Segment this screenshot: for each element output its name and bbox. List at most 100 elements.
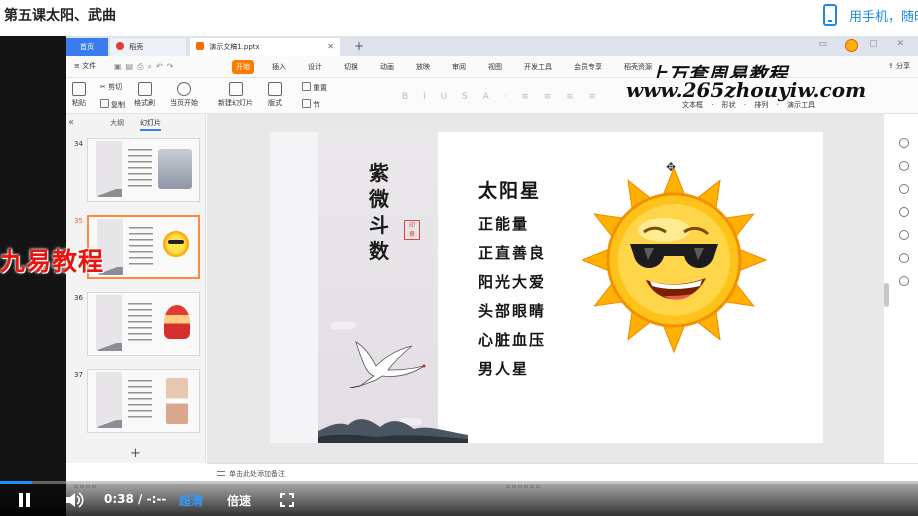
- sunglasses-sun-icon: [580, 166, 768, 354]
- help-icon[interactable]: [899, 230, 909, 240]
- time-total: -:--: [146, 492, 167, 506]
- magic-icon[interactable]: [899, 184, 909, 194]
- reset-icon: [302, 82, 311, 91]
- share-icon: ⇪: [887, 62, 896, 70]
- play-icon: [177, 82, 191, 96]
- format-painter-button[interactable]: 格式刷: [134, 82, 155, 108]
- copy-icon: [100, 99, 109, 108]
- time-display: 0:38 / -:--: [104, 492, 166, 506]
- thumbnail-text-lines: [128, 380, 152, 420]
- slide-thumbnail-37[interactable]: 37: [66, 369, 205, 437]
- slide-number: 34: [74, 140, 83, 148]
- ribbon-tab-item[interactable]: 开始: [232, 60, 254, 74]
- vertical-scrollbar[interactable]: [884, 283, 889, 307]
- slide-thumbnail-panel: « 大纲 幻灯片 34 35 36 37 +: [66, 114, 206, 463]
- notes-placeholder: 单击此处添加备注: [229, 470, 285, 478]
- slide-list-item: 心脏血压: [478, 331, 547, 349]
- thumbnail-title-strip: [96, 141, 122, 197]
- reset-label: 重置: [313, 84, 327, 92]
- slide-list-item: 男人星: [478, 360, 530, 378]
- volume-icon[interactable]: [64, 491, 84, 509]
- ribbon-tab-item[interactable]: 动画: [376, 60, 398, 74]
- cut-button[interactable]: ✂ 剪切: [100, 82, 122, 92]
- section-button[interactable]: 节: [302, 99, 320, 110]
- thumbnail-text-lines: [128, 303, 152, 343]
- ribbon-tab-item[interactable]: 设计: [304, 60, 326, 74]
- slide-thumbnail-34[interactable]: 34: [66, 138, 205, 206]
- layout-button[interactable]: 版式: [268, 82, 282, 108]
- new-tab-button[interactable]: +: [354, 38, 364, 54]
- ribbon-tab-item[interactable]: 插入: [268, 60, 290, 74]
- ribbon-tab-item[interactable]: 开发工具: [520, 60, 556, 74]
- menu-bar: ≡ 文件 ▣▤⎙⌕↶↷ 开始 插入 设计 切换 动画 放映 审阅 视图 开发工具 会员专享 稻壳资源…: [66, 56, 918, 86]
- phone-watch-link[interactable]: 用手机，随时: [849, 6, 918, 25]
- ribbon-tab-item[interactable]: 切换: [340, 60, 362, 74]
- play-from-current-button[interactable]: 当页开始: [170, 82, 198, 108]
- thumbnail-preview: [87, 138, 200, 202]
- slide-list-item: 阳光大爱: [478, 273, 547, 291]
- phone-icon[interactable]: [823, 4, 837, 26]
- section-icon: [302, 99, 311, 108]
- new-slide-label: 新建幻灯片: [218, 99, 253, 107]
- more-icon[interactable]: [899, 276, 909, 286]
- close-tab-icon[interactable]: ✕: [327, 38, 334, 56]
- tab-document[interactable]: 演示文稿1.pptx ✕: [190, 38, 340, 56]
- quality-button[interactable]: 超清: [179, 492, 203, 509]
- slide-number: 36: [74, 294, 83, 302]
- slide-text-list: 太阳星 正能量 正直善良 阳光大爱 头部眼睛 心脏血压 男人星: [478, 176, 546, 387]
- tab-outline[interactable]: 大纲: [110, 118, 124, 128]
- fullscreen-icon[interactable]: [280, 493, 294, 507]
- share-button[interactable]: ⇪ 分享: [888, 61, 910, 71]
- slide-thumbnail-36[interactable]: 36: [66, 292, 205, 360]
- right-side-toolbar: [892, 138, 916, 308]
- paste-icon: [72, 82, 86, 96]
- reset-button[interactable]: 重置: [302, 82, 327, 93]
- pptx-file-icon: [196, 42, 204, 50]
- slide-edit-area[interactable]: 紫微斗数 印章 太阳星 正能量正直善良阳光大爱头部眼睛心脏血压男人星: [207, 114, 884, 463]
- person-photo-icon: [158, 149, 192, 189]
- new-slide-button[interactable]: 新建幻灯片: [218, 82, 253, 108]
- format-painter-label: 格式刷: [134, 99, 155, 107]
- progress-track[interactable]: [0, 481, 918, 484]
- ribbon-tab-item[interactable]: 会员专享: [570, 60, 606, 74]
- file-menu[interactable]: ≡ 文件: [74, 61, 96, 71]
- pin-icon[interactable]: [899, 138, 909, 148]
- copy-label: 复制: [111, 101, 125, 109]
- tab-home[interactable]: 首页: [66, 38, 108, 56]
- thumbnail-preview: [87, 292, 200, 356]
- ribbon-tab-item[interactable]: 审阅: [448, 60, 470, 74]
- pause-button[interactable]: [18, 493, 32, 507]
- copy-button[interactable]: 复制: [100, 99, 125, 110]
- watermark-url: www.265zhouyiw.com: [626, 78, 867, 102]
- ribbon-tab-item[interactable]: 放映: [412, 60, 434, 74]
- sliders-icon[interactable]: [899, 161, 909, 171]
- notes-icon: [217, 471, 225, 476]
- crane-illustration: [349, 341, 426, 388]
- quick-access-icons[interactable]: ▣▤⎙⌕↶↷: [114, 62, 177, 72]
- tab-slides[interactable]: 幻灯片: [140, 118, 161, 131]
- current-slide[interactable]: 紫微斗数 印章 太阳星 正能量正直善良阳光大爱头部眼睛心脏血压男人星: [270, 132, 823, 443]
- slide-list-item: 头部眼睛: [478, 302, 547, 320]
- screen: 第五课太阳、武曲 用手机，随时 首页 稻壳 演示文稿1.pptx ✕ +: [0, 0, 918, 516]
- speed-button[interactable]: 倍速: [227, 492, 251, 509]
- add-slide-button[interactable]: +: [130, 446, 141, 461]
- notes-bar[interactable]: 单击此处添加备注: [207, 463, 918, 481]
- ribbon-tab-item[interactable]: 视图: [484, 60, 506, 74]
- tab-document-label: 演示文稿1.pptx: [209, 43, 260, 51]
- slide-vertical-title: 紫微斗数: [369, 161, 389, 263]
- paste-button[interactable]: 粘贴: [72, 82, 86, 108]
- daoke-icon: [116, 42, 124, 50]
- video-controls: 0:38 / -:-- 超清 倍速: [0, 481, 918, 516]
- tab-daoke[interactable]: 稻壳: [110, 38, 186, 56]
- video-player[interactable]: 首页 稻壳 演示文稿1.pptx ✕ + ▭ – ▢ ✕ ≡ 文件 ▣▤⎙⌕↶↷…: [0, 36, 918, 516]
- time-separator: /: [138, 492, 143, 506]
- thumbnail-title-strip: [96, 372, 122, 428]
- collapse-panel-icon[interactable]: «: [68, 117, 74, 128]
- copy-pages-icon[interactable]: [899, 207, 909, 217]
- sun-image[interactable]: [580, 162, 772, 368]
- window-controls[interactable]: ▭ – ▢ ✕: [818, 39, 912, 49]
- new-slide-icon: [228, 82, 243, 96]
- thumbnail-text-lines: [129, 227, 153, 267]
- drawing-tools[interactable]: 文本框 · 形状 · 排列 · 演示工具: [682, 100, 815, 110]
- settings-icon[interactable]: [899, 253, 909, 263]
